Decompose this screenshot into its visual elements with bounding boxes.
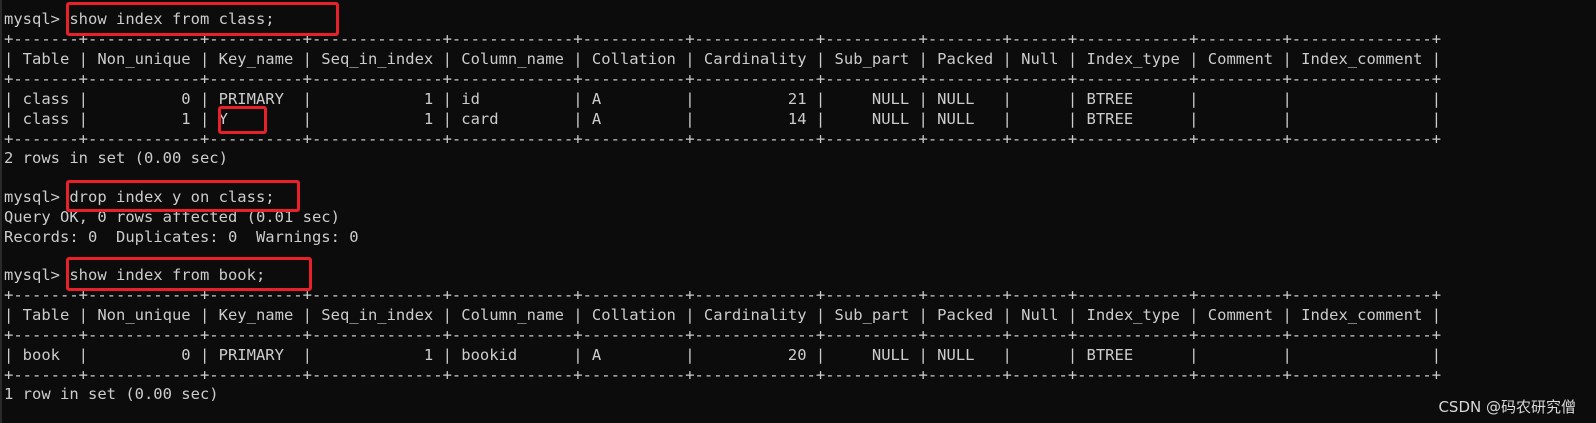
result-summary: 1 row in set (0.00 sec): [4, 385, 219, 403]
table-border: +-------+------------+----------+-------…: [4, 366, 1442, 384]
highlight-box-command-2: [66, 180, 300, 212]
window-edge: [0, 0, 2, 423]
terminal-window[interactable]: mysql> show index from class; +-------+-…: [0, 0, 1596, 423]
result-summary: 2 rows in set (0.00 sec): [4, 149, 228, 167]
csdn-watermark: CSDN @码农研究僧: [1438, 398, 1576, 416]
table-header-row: | Table | Non_unique | Key_name | Seq_in…: [4, 50, 1442, 68]
table-header-row: | Table | Non_unique | Key_name | Seq_in…: [4, 306, 1442, 324]
highlight-box-command-3: [66, 257, 312, 291]
table-row: | book | 0 | PRIMARY | 1 | bookid | A | …: [4, 346, 1442, 364]
table-border: +-------+------------+----------+-------…: [4, 326, 1442, 344]
table-border: +-------+------------+----------+-------…: [4, 70, 1442, 88]
highlight-box-command-1: [66, 2, 339, 36]
records-line: Records: 0 Duplicates: 0 Warnings: 0: [4, 228, 359, 246]
highlight-box-key-y: [218, 106, 267, 134]
